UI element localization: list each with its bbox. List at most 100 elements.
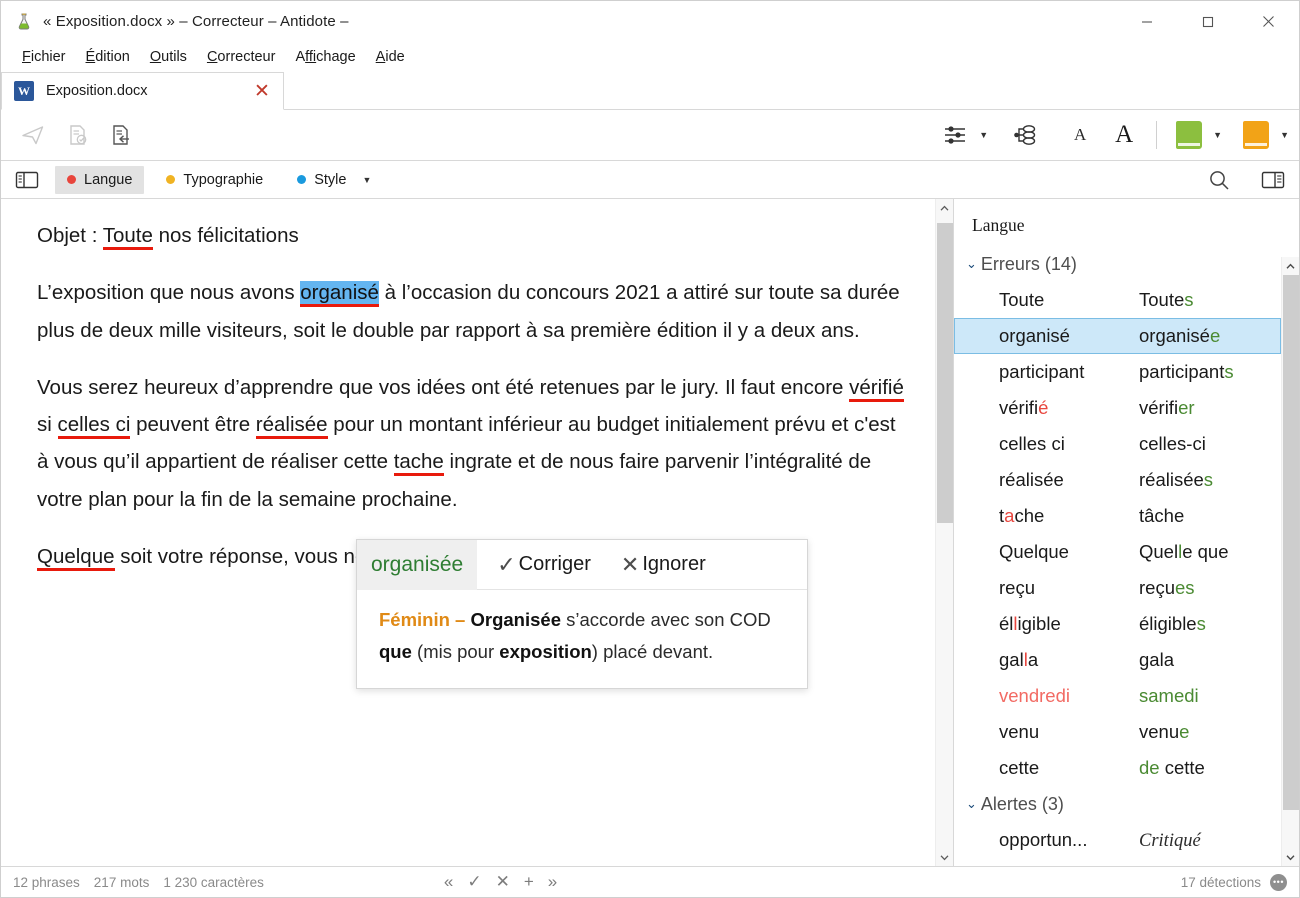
tab-langue[interactable]: Langue (55, 166, 144, 194)
menu-outils[interactable]: Outils (140, 47, 197, 67)
side-panel-icon[interactable] (9, 165, 45, 195)
antidote-window: « Exposition.docx » – Correcteur – Antid… (0, 0, 1300, 898)
document-text[interactable]: Objet : Toute nos félicitationsL’exposit… (1, 199, 935, 866)
minimize-button[interactable] (1116, 1, 1177, 42)
correction-popup[interactable]: organisée ✓ Corriger ✕ Ignorer Féminin –… (356, 539, 808, 689)
guide-dropdown[interactable]: ▼ (1234, 115, 1289, 155)
text-fragment: samedi (1139, 685, 1199, 706)
panel-scrollbar[interactable] (1281, 257, 1299, 866)
dictionary-dropdown[interactable]: ▼ (1167, 115, 1222, 155)
menu-edition[interactable]: Édition (76, 47, 140, 67)
correction-row[interactable]: reçureçues (954, 570, 1281, 606)
correction-row[interactable]: vérifiévérifier (954, 390, 1281, 426)
window-controls (1116, 1, 1299, 42)
action-toolbar: ▼ A A ▼ ▼ (1, 110, 1299, 161)
correction-row[interactable]: venuvenue (954, 714, 1281, 750)
search-icon[interactable] (1201, 165, 1237, 195)
large-font-icon[interactable]: A (1102, 115, 1146, 155)
settings-dropdown[interactable]: ▼ (933, 115, 988, 155)
document-check-icon[interactable] (55, 115, 99, 155)
error-word[interactable]: réalisée (256, 413, 328, 439)
corrections-list[interactable]: ⌄Erreurs (14)TouteToutesorganiséorganisé… (954, 246, 1281, 866)
correction-row[interactable]: élligibleéligibles (954, 606, 1281, 642)
correction-row[interactable]: vendredisamedi (954, 678, 1281, 714)
correction-row[interactable]: celles cicelles-ci (954, 426, 1281, 462)
correction-row[interactable]: TouteToutes (954, 282, 1281, 318)
node-tree-icon[interactable] (1002, 115, 1046, 155)
correction-row[interactable]: cettede cette (954, 750, 1281, 786)
correction-row[interactable]: opportun...Critiqué (954, 822, 1281, 858)
correction-row[interactable]: organiséorganisée (954, 318, 1281, 354)
correction-popup-header: organisée ✓ Corriger ✕ Ignorer (357, 540, 807, 590)
correction-row[interactable]: QuelqueQuelle que (954, 534, 1281, 570)
corrections-group-header[interactable]: ⌄Alertes (3) (954, 786, 1281, 822)
document-paragraph: Vous serez heureux d’apprendre que vos i… (37, 369, 905, 518)
menu-fichier[interactable]: Fichier (12, 47, 76, 67)
chevron-down-icon: ▼ (1280, 130, 1289, 140)
more-options-icon[interactable]: ••• (1270, 874, 1287, 891)
tab-style[interactable]: Style ▼ (285, 166, 383, 194)
detections-status: 17 détections ••• (1181, 874, 1287, 891)
correction-suggestion: Toutes (1139, 289, 1280, 311)
chevron-down-icon[interactable]: ⌄ (966, 256, 977, 272)
text-fragment: vérifi (999, 397, 1038, 418)
panel-title: Langue (954, 199, 1299, 246)
tab-typographie[interactable]: Typographie (154, 166, 275, 194)
correction-suggestion: éligibles (1139, 613, 1280, 635)
text-fragment: venu (999, 721, 1039, 742)
first-detection-button[interactable]: « (444, 872, 453, 892)
correction-row[interactable]: gallagala (954, 642, 1281, 678)
error-word[interactable]: tache (394, 450, 444, 476)
document-scroll-thumb[interactable] (937, 223, 953, 523)
panel-scroll-track[interactable] (1282, 275, 1300, 848)
text-fragment: e que (1182, 541, 1228, 562)
ignore-button[interactable]: ✕ Ignorer (611, 540, 716, 590)
menu-aide[interactable]: Aide (366, 47, 415, 67)
document-paragraph: Objet : Toute nos félicitations (37, 217, 905, 254)
correction-row[interactable]: tachetâche (954, 498, 1281, 534)
correction-original: organisé (999, 325, 1139, 347)
accept-button[interactable]: ✓ (467, 872, 481, 892)
text-run: si (37, 413, 58, 436)
document-scrollbar[interactable] (935, 199, 953, 866)
error-word[interactable]: Quelque (37, 545, 115, 571)
error-word[interactable]: vérifié (849, 376, 904, 402)
correction-row[interactable]: participantparticipants (954, 354, 1281, 390)
error-word[interactable]: celles ci (58, 413, 131, 439)
text-fragment: cette (999, 757, 1039, 778)
corrections-group-header[interactable]: ⌄Erreurs (14) (954, 246, 1281, 282)
suggestion-chip[interactable]: organisée (357, 540, 477, 590)
last-detection-button[interactable]: » (548, 872, 557, 892)
send-arrow-icon[interactable] (11, 115, 55, 155)
correction-row[interactable]: réaliséeréalisées (954, 462, 1281, 498)
x-icon: ✕ (621, 554, 639, 576)
document-tab[interactable]: W Exposition.docx ✕ (1, 72, 284, 110)
error-word[interactable]: Toute (103, 224, 153, 250)
text-fragment: igible (1018, 613, 1061, 634)
menu-correcteur[interactable]: Correcteur (197, 47, 286, 67)
correction-original: celles ci (999, 433, 1139, 455)
panel-scroll-thumb[interactable] (1283, 275, 1299, 810)
correction-original: Toute (999, 289, 1139, 311)
explanation-word: Organisée (471, 609, 562, 630)
scroll-up-icon[interactable] (936, 199, 954, 217)
correction-row[interactable]: coup de filFamilier (954, 858, 1281, 866)
document-scroll-track[interactable] (936, 217, 954, 848)
correct-button[interactable]: ✓ Corriger (487, 540, 601, 590)
add-button[interactable]: + (524, 872, 534, 892)
split-view-icon[interactable] (1255, 165, 1291, 195)
close-button[interactable] (1238, 1, 1299, 42)
text-fragment: participant (999, 361, 1084, 382)
close-icon[interactable]: ✕ (251, 80, 273, 103)
reject-button[interactable]: ✕ (496, 872, 510, 892)
correction-suggestion: samedi (1139, 685, 1280, 707)
scroll-down-icon[interactable] (936, 848, 954, 866)
maximize-button[interactable] (1177, 1, 1238, 42)
chevron-down-icon[interactable]: ⌄ (966, 796, 977, 812)
document-import-icon[interactable] (99, 115, 143, 155)
small-font-icon[interactable]: A (1058, 115, 1102, 155)
menu-affichage[interactable]: Affichage (285, 47, 365, 67)
scroll-down-icon[interactable] (1282, 848, 1300, 866)
scroll-up-icon[interactable] (1282, 257, 1300, 275)
selected-error-word[interactable]: organisé (300, 281, 379, 307)
